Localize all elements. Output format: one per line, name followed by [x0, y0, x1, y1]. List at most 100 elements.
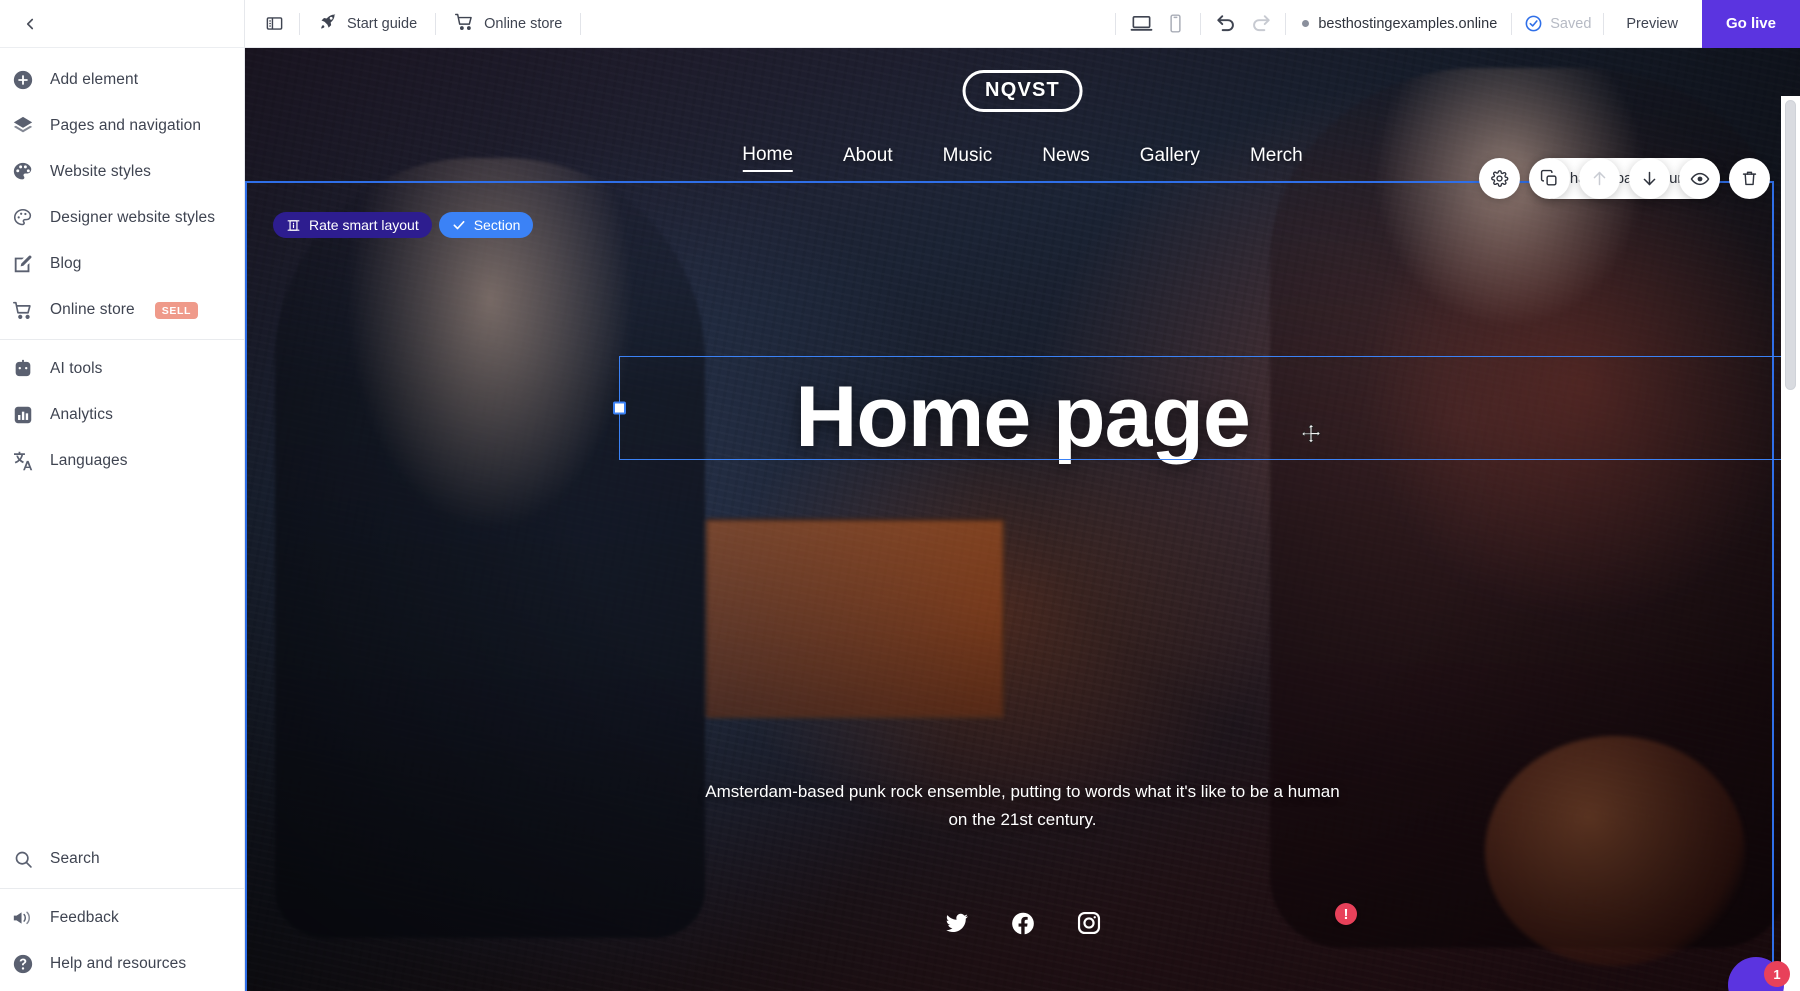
- sidebar-divider: [0, 339, 244, 340]
- plus-circle-icon: [10, 67, 36, 93]
- sidebar-item-label: Online store: [50, 301, 135, 318]
- editor-app: Add element Pages and navigation Website…: [0, 0, 1800, 991]
- sidebar-item-label: Designer website styles: [50, 209, 216, 226]
- move-cursor: [1300, 423, 1322, 445]
- megaphone-icon: [10, 905, 36, 931]
- section-badge[interactable]: Section: [438, 212, 534, 238]
- robot-icon: [10, 356, 36, 382]
- redo-icon[interactable]: [1243, 7, 1277, 41]
- instagram-icon[interactable]: [1076, 910, 1102, 936]
- sidebar-panel-icon[interactable]: [257, 7, 291, 41]
- sidebar-item-blog[interactable]: Blog: [0, 241, 244, 287]
- palette-outline-icon: [10, 205, 36, 231]
- search-icon: [10, 846, 36, 872]
- sidebar-nav: Add element Pages and navigation Website…: [0, 48, 244, 484]
- delete-button[interactable]: [1729, 158, 1770, 199]
- twitter-icon[interactable]: [944, 910, 970, 936]
- undo-icon[interactable]: [1209, 7, 1243, 41]
- sidebar-item-label: AI tools: [50, 360, 103, 377]
- preview-button[interactable]: Preview: [1612, 16, 1692, 32]
- site-nav-item-news[interactable]: News: [1042, 145, 1090, 171]
- website-canvas[interactable]: NQVST Home About Music News Gallery Merc…: [245, 48, 1800, 991]
- sidebar-item-add-element[interactable]: Add element: [0, 57, 244, 103]
- site-nav-item-home[interactable]: Home: [742, 144, 793, 172]
- chat-unread-badge[interactable]: 1: [1764, 961, 1790, 987]
- hero-subtitle[interactable]: Amsterdam-based punk rock ensemble, putt…: [703, 778, 1343, 833]
- pencil-square-icon: [10, 251, 36, 277]
- social-warning-badge[interactable]: !: [1335, 903, 1357, 925]
- site-nav-item-about[interactable]: About: [843, 145, 893, 171]
- sidebar-item-website-styles[interactable]: Website styles: [0, 149, 244, 195]
- arrow-up-icon: [1590, 169, 1609, 188]
- toolbar-right-group: besthostingexamples.online Saved Preview…: [1107, 0, 1800, 48]
- rocket-icon: [318, 12, 338, 36]
- site-navigation: Home About Music News Gallery Merch: [742, 144, 1303, 172]
- site-name-label: besthostingexamples.online: [1318, 15, 1498, 32]
- cart-icon: [10, 297, 36, 323]
- toolbar-divider: [299, 12, 300, 35]
- layers-icon: [10, 113, 36, 139]
- element-selection-frame: [613, 356, 1800, 460]
- sidebar-item-label: Languages: [50, 452, 128, 469]
- move-down-button[interactable]: [1629, 158, 1670, 199]
- sidebar-item-label: Analytics: [50, 406, 113, 423]
- bar-chart-icon: [10, 402, 36, 428]
- site-logo[interactable]: NQVST: [962, 70, 1083, 112]
- rate-smart-layout-button[interactable]: Rate smart layout: [273, 212, 432, 238]
- check-icon: [452, 218, 466, 232]
- sidebar-item-languages[interactable]: Languages: [0, 438, 244, 484]
- mobile-icon[interactable]: [1158, 7, 1192, 41]
- question-circle-icon: [10, 951, 36, 977]
- sidebar-item-label: Feedback: [50, 909, 119, 926]
- sidebar-header: [0, 0, 244, 48]
- online-store-button[interactable]: Online store: [444, 7, 572, 41]
- start-guide-label: Start guide: [347, 15, 418, 32]
- section-badge-label: Section: [473, 217, 521, 233]
- chevron-left-icon[interactable]: [14, 8, 46, 40]
- sidebar-item-feedback[interactable]: Feedback: [0, 895, 244, 941]
- sidebar-item-label: Search: [50, 850, 100, 867]
- go-live-button[interactable]: Go live: [1701, 0, 1800, 48]
- toolbar-left-group: Start guide Online store: [245, 7, 589, 41]
- duplicate-button[interactable]: [1529, 158, 1570, 199]
- sidebar-item-label: Help and resources: [50, 955, 187, 972]
- sidebar-item-designer-website-styles[interactable]: Designer website styles: [0, 195, 244, 241]
- site-name-button[interactable]: besthostingexamples.online: [1294, 16, 1503, 32]
- site-nav-item-gallery[interactable]: Gallery: [1140, 145, 1200, 171]
- copy-icon: [1540, 169, 1559, 188]
- toolbar-divider: [435, 12, 437, 35]
- sidebar-divider: [0, 888, 244, 889]
- hide-button[interactable]: [1679, 158, 1720, 199]
- left-sidebar: Add element Pages and navigation Website…: [0, 0, 245, 991]
- resize-handle-left[interactable]: [613, 401, 626, 415]
- desktop-icon[interactable]: [1124, 7, 1158, 41]
- sidebar-item-search[interactable]: Search: [0, 836, 244, 882]
- sidebar-item-analytics[interactable]: Analytics: [0, 392, 244, 438]
- move-up-button: [1579, 158, 1620, 199]
- trash-icon: [1740, 169, 1759, 188]
- toolbar-divider: [580, 12, 582, 35]
- toolbar-divider: [1603, 12, 1605, 35]
- site-nav-item-music[interactable]: Music: [943, 145, 993, 171]
- sidebar-footer: Search Feedback Help and resources: [0, 836, 244, 991]
- top-toolbar: Start guide Online store besthostingexam…: [245, 0, 1800, 48]
- site-nav-item-merch[interactable]: Merch: [1250, 145, 1303, 171]
- sidebar-item-ai-tools[interactable]: AI tools: [0, 346, 244, 392]
- toolbar-divider: [1511, 12, 1513, 35]
- sidebar-item-label: Blog: [50, 255, 82, 272]
- toolbar-divider: [1115, 12, 1117, 35]
- scrollbar-thumb[interactable]: [1785, 100, 1796, 390]
- sidebar-item-pages-and-navigation[interactable]: Pages and navigation: [0, 103, 244, 149]
- sidebar-item-label: Add element: [50, 71, 139, 88]
- saved-label: Saved: [1550, 15, 1592, 32]
- arrow-down-icon: [1640, 169, 1659, 188]
- toolbar-divider: [1285, 12, 1287, 35]
- online-store-label: Online store: [484, 15, 563, 32]
- start-guide-button[interactable]: Start guide: [308, 7, 427, 41]
- status-badge: SELL: [154, 301, 198, 319]
- facebook-icon[interactable]: [1010, 910, 1036, 936]
- sidebar-item-online-store[interactable]: Online store SELL: [0, 287, 244, 333]
- settings-button[interactable]: [1479, 158, 1520, 199]
- sidebar-item-help-and-resources[interactable]: Help and resources: [0, 941, 244, 987]
